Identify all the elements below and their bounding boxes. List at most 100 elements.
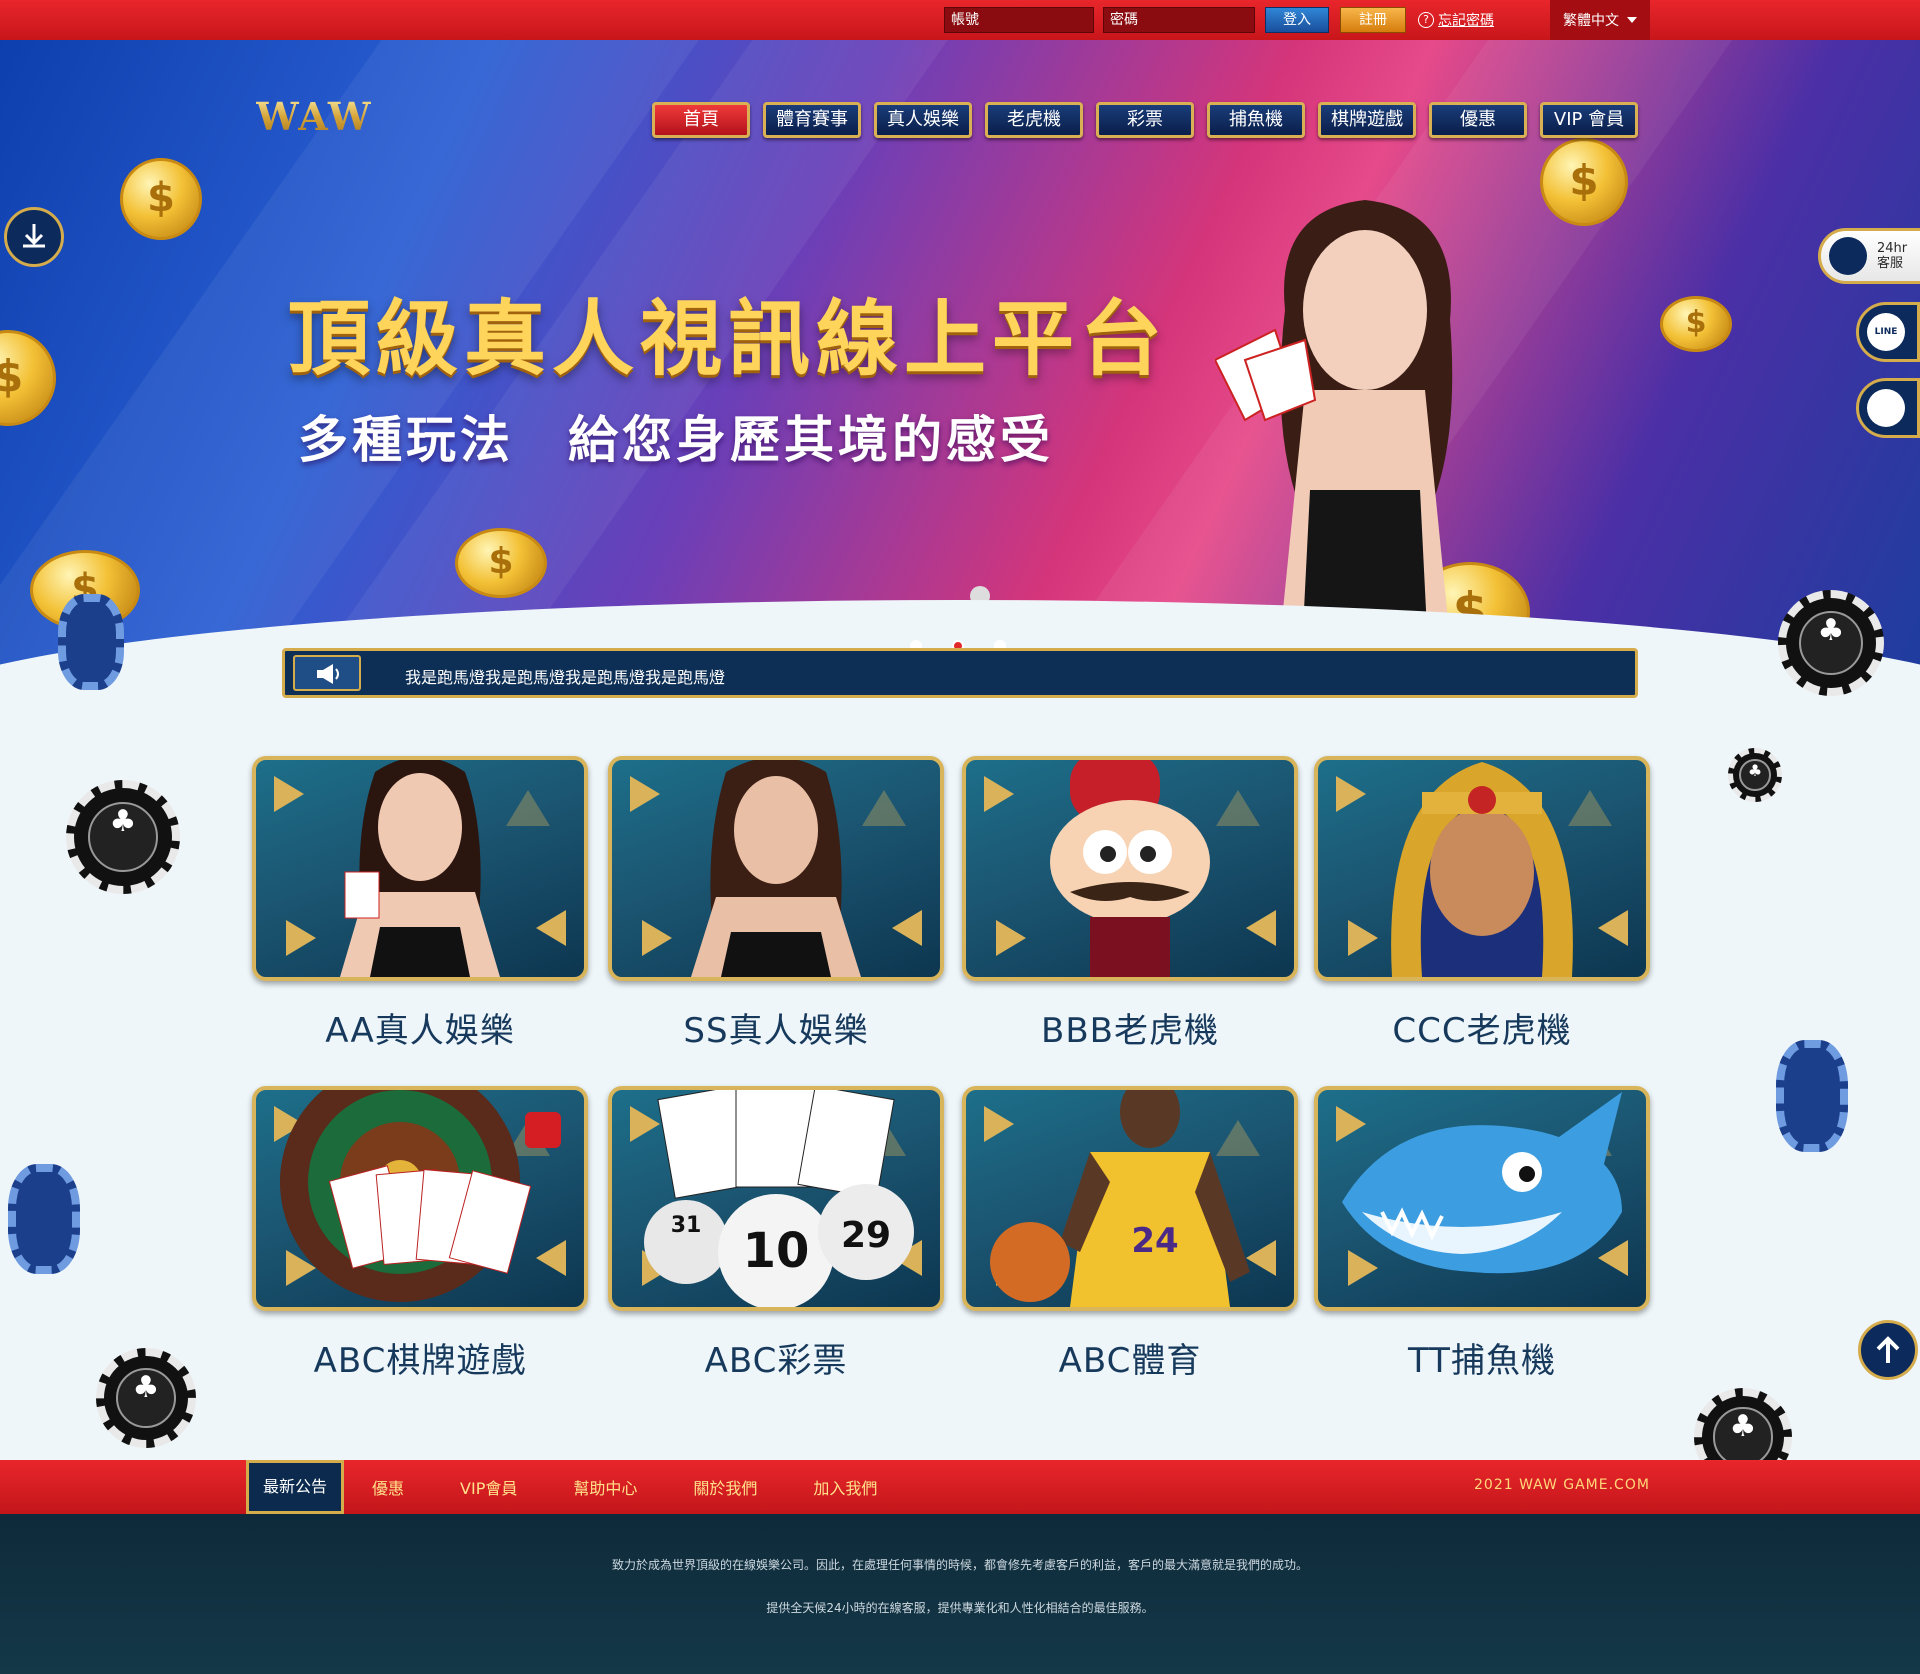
nav-promotions[interactable]: 優惠 [1429,102,1527,138]
game-thumbnail [1314,1086,1650,1311]
poker-chip-icon [58,594,124,690]
forgot-password-label: 忘記密碼 [1438,13,1494,29]
footer: 致力於成為世界頂級的在線娛樂公司。因此，在處理任何事情的時候，都會修先考慮客戶的… [0,1514,1920,1674]
game-thumbnail [962,756,1298,981]
poker-chip-icon [1776,1040,1848,1152]
nav-home[interactable]: 首頁 [652,102,750,138]
svg-text:24: 24 [1131,1221,1178,1261]
password-input[interactable] [1103,7,1255,33]
footer-nav-join[interactable]: 加入我們 [785,1475,905,1499]
coin-icon: $ [1660,296,1732,352]
banner-title: 頂級真人視訊線上平台 [288,292,1169,387]
game-label: SS真人娛樂 [683,1011,869,1051]
slot-mascot-image [1050,760,1210,977]
decor-triangle [892,910,922,946]
customer-service-button[interactable]: 24hr 客服 [1818,228,1920,284]
forgot-password-link[interactable]: ? 忘記密碼 [1418,10,1494,30]
roulette-cards-image [280,1090,561,1302]
game-card[interactable]: 24 ABC體育 [962,1086,1298,1382]
copyright: 2021 WAW GAME.COM [1474,1477,1650,1493]
game-thumbnail [252,756,588,981]
download-button[interactable] [4,207,64,267]
footer-nav-announcements[interactable]: 最新公告 [246,1460,345,1514]
svg-text:10: 10 [743,1223,810,1279]
game-card[interactable]: 10 29 31 ABC彩票 [608,1086,944,1382]
game-card[interactable]: AA真人娛樂 [252,756,588,1052]
coin-icon: $ [120,158,202,240]
game-thumbnail: 10 29 31 [608,1086,944,1311]
nav-sports[interactable]: 體育賽事 [763,102,861,138]
hero-banner: $ $ $ $ $ $ $ WAW 首頁 體育賽事 真人娛樂 老虎機 彩票 捕魚… [0,40,1920,730]
poker-chip-icon: ♣ [1778,590,1884,696]
nav-fishing[interactable]: 捕魚機 [1207,102,1305,138]
decor-triangle [536,910,566,946]
language-select[interactable]: 繁體中文 [1550,0,1650,40]
banner-subtitle: 多種玩法 給您身歷其境的感受 [298,411,1054,469]
wechat-button[interactable] [1856,378,1920,438]
marquee-bar: 我是跑馬燈我是跑馬燈我是跑馬燈我是跑馬燈 [282,648,1638,698]
decor-triangle [274,776,304,812]
poker-chip-icon: ♣ [1728,748,1782,802]
decor-triangle [630,776,660,812]
game-thumbnail: 24 [962,1086,1298,1311]
game-thumbnail [252,1086,588,1311]
dealer-image [340,760,500,977]
game-label: BBB老虎機 [1041,1011,1219,1051]
game-card[interactable]: ABC棋牌遊戲 [252,1086,588,1382]
marquee-text: 我是跑馬燈我是跑馬燈我是跑馬燈我是跑馬燈 [405,668,726,687]
game-card[interactable]: TT捕魚機 [1314,1086,1650,1382]
site-logo[interactable]: WAW [256,94,373,139]
megaphone-icon [293,655,361,691]
line-icon: LINE [1867,313,1905,351]
customer-service-label: 24hr 客服 [1877,241,1908,271]
chat-bubbles-icon [1867,389,1905,427]
game-card[interactable]: CCC老虎機 [1314,756,1650,1052]
arrow-up-icon [1876,1336,1900,1363]
bingo-balls-image: 10 29 31 [644,1090,914,1307]
game-label: ABC體育 [1058,1341,1202,1381]
language-label: 繁體中文 [1563,13,1619,29]
footer-text-line2: 提供全天候24小時的在線客服，提供專業化和人性化相結合的最佳服務。 [766,1601,1154,1615]
svg-text:31: 31 [671,1213,702,1238]
game-label: AA真人娛樂 [325,1011,515,1051]
footer-nav: 最新公告 優惠 VIP會員 幫助中心 關於我們 加入我們 [246,1460,905,1514]
nav-card-games[interactable]: 棋牌遊戲 [1318,102,1416,138]
game-card[interactable]: SS真人娛樂 [608,756,944,1052]
game-card[interactable]: BBB老虎機 [962,756,1298,1052]
game-label: TT捕魚機 [1408,1341,1556,1381]
coin-icon: $ [1540,138,1628,226]
coin-icon: $ [0,330,56,426]
poker-chip-icon: ♣ [96,1348,196,1448]
help-icon: ? [1418,12,1434,28]
poker-chip-icon [8,1164,80,1274]
login-button[interactable]: 登入 [1265,7,1329,33]
footer-nav-promotions[interactable]: 優惠 [344,1475,432,1499]
game-label: ABC棋牌遊戲 [313,1341,527,1381]
svg-text:29: 29 [841,1215,891,1256]
game-label: CCC老虎機 [1392,1011,1572,1051]
main-nav: 首頁 體育賽事 真人娛樂 老虎機 彩票 捕魚機 棋牌遊戲 優惠 VIP 會員 [652,102,1638,138]
nav-vip[interactable]: VIP 會員 [1540,102,1638,138]
dealer-image [691,760,861,977]
agent-icon [1829,237,1867,275]
top-bar: 登入 註冊 ? 忘記密碼 繁體中文 [0,0,1920,40]
account-input[interactable] [944,7,1094,33]
nav-lottery[interactable]: 彩票 [1096,102,1194,138]
coin-icon: $ [455,528,547,598]
caret-down-icon [1627,17,1637,23]
nav-slots[interactable]: 老虎機 [985,102,1083,138]
game-label: ABC彩票 [704,1341,848,1381]
download-icon [23,224,45,248]
shark-image [1342,1092,1622,1274]
footer-text-line1: 致力於成為世界頂級的在線娛樂公司。因此，在處理任何事情的時候，都會修先考慮客戶的… [611,1558,1308,1572]
poker-chip-icon: ♣ [66,780,180,894]
footer-nav-about[interactable]: 關於我們 [665,1475,785,1499]
footer-nav-help[interactable]: 幫助中心 [545,1475,665,1499]
line-button[interactable]: LINE [1856,302,1920,362]
nav-live-casino[interactable]: 真人娛樂 [874,102,972,138]
register-button[interactable]: 註冊 [1340,7,1406,33]
scroll-top-button[interactable] [1858,1320,1918,1380]
footer-nav-vip[interactable]: VIP會員 [432,1475,545,1499]
basketball-player-image: 24 [990,1090,1250,1307]
game-thumbnail [608,756,944,981]
